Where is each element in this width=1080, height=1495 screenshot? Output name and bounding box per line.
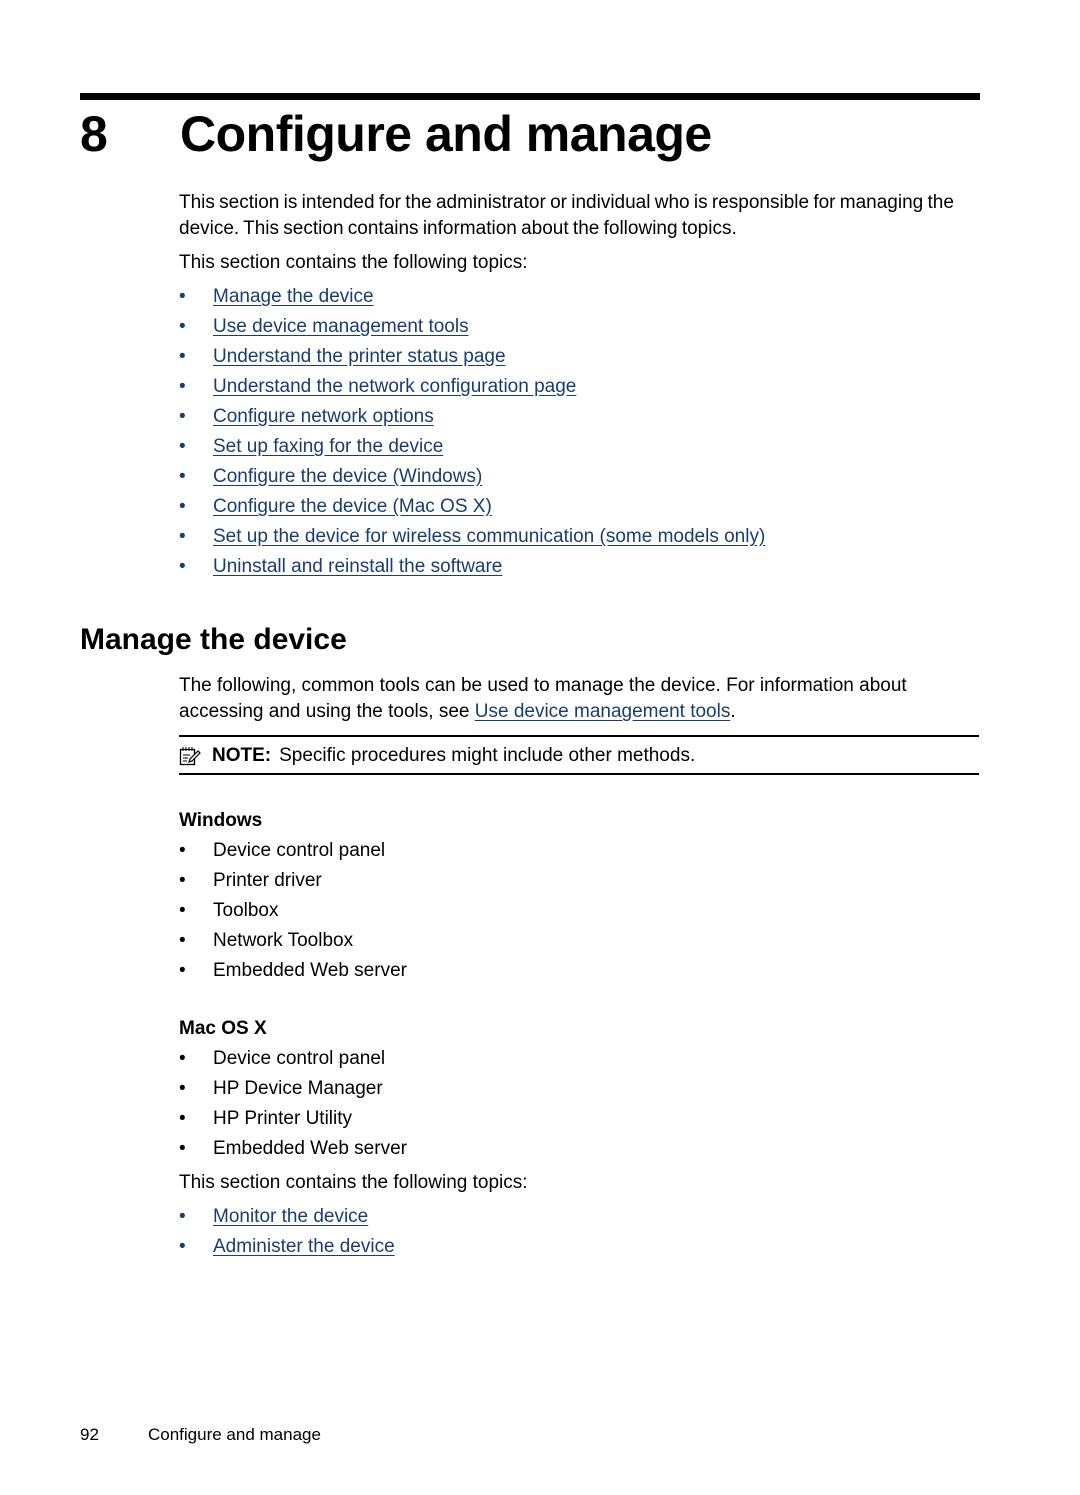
bullet: •: [179, 1138, 186, 1159]
manage-section-intro: The following, common tools can be used …: [179, 673, 984, 725]
topic-list-item: • Manage the device: [179, 282, 984, 312]
mac-tool-item: • HP Device Manager: [179, 1074, 984, 1104]
bullet: •: [179, 900, 186, 921]
topic-list-item: • Set up faxing for the device: [179, 432, 984, 462]
mac-tool-item: • HP Printer Utility: [179, 1104, 984, 1134]
windows-tool-label: Embedded Web server: [213, 960, 407, 981]
windows-tool-item: • Network Toolbox: [179, 926, 984, 956]
mac-tool-label: HP Device Manager: [213, 1078, 383, 1099]
topic-list-item: • Set up the device for wireless communic…: [179, 522, 984, 552]
topic-list-item: • Monitor the device: [179, 1202, 984, 1232]
topic-link-set-up-faxing[interactable]: Set up faxing for the device: [213, 436, 443, 457]
bullet: •: [179, 1206, 186, 1227]
windows-tool-label: Network Toolbox: [213, 930, 354, 951]
bullet: •: [179, 286, 186, 307]
bullet: •: [179, 840, 186, 861]
manage-paragraph-end: .: [730, 701, 736, 722]
topic-link-configure-network-options[interactable]: Configure network options: [213, 406, 434, 427]
bullet: •: [179, 496, 186, 517]
mac-tool-label: Embedded Web server: [213, 1138, 407, 1159]
bullet: •: [179, 466, 186, 487]
topic-link-monitor-device[interactable]: Monitor the device: [213, 1206, 368, 1227]
bullet: •: [179, 526, 186, 547]
bullet: •: [179, 930, 186, 951]
topic-list-item: • Uninstall and reinstall the software: [179, 552, 984, 582]
windows-tool-label: Printer driver: [213, 870, 322, 891]
note-text: Specific procedures might include other …: [279, 745, 696, 766]
topic-link-configure-windows[interactable]: Configure the device (Windows): [213, 466, 482, 487]
chapter-top-rule: [80, 93, 980, 100]
topic-list-item: • Administer the device: [179, 1232, 984, 1262]
topic-link-printer-status-page[interactable]: Understand the printer status page: [213, 346, 506, 367]
manage-topic-list: • Monitor the device • Administer the devi…: [179, 1202, 984, 1262]
inline-link-device-management-tools[interactable]: Use device management tools: [475, 701, 731, 722]
bullet: •: [179, 1108, 186, 1129]
chapter-title-text: Configure and manage: [180, 106, 712, 162]
bullet: •: [179, 1048, 186, 1069]
manage-paragraph: The following, common tools can be used …: [179, 673, 984, 725]
mac-tool-item: • Device control panel: [179, 1044, 984, 1074]
topic-link-wireless-setup[interactable]: Set up the device for wireless communica…: [213, 526, 765, 547]
bullet: •: [179, 436, 186, 457]
topic-list-item: • Configure network options: [179, 402, 984, 432]
windows-tool-label: Toolbox: [213, 900, 279, 921]
chapter-title: 8 Configure and manage: [80, 103, 712, 165]
topic-list-item: • Understand the printer status page: [179, 342, 984, 372]
bullet: •: [179, 1236, 186, 1257]
mac-tool-label: HP Printer Utility: [213, 1108, 353, 1129]
bullet: •: [179, 556, 186, 577]
topic-list-item: • Configure the device (Mac OS X): [179, 492, 984, 522]
windows-tools: Windows • Device control panel • Printer d…: [179, 808, 984, 986]
page-footer: 92 Configure and manage: [80, 1424, 321, 1446]
mac-tool-item: • Embedded Web server: [179, 1134, 984, 1164]
windows-tool-label: Device control panel: [213, 840, 386, 861]
topic-link-network-configuration-page[interactable]: Understand the network configuration pag…: [213, 376, 576, 397]
bullet: •: [179, 960, 186, 981]
intro-paragraph: This section is intended for the adminis…: [179, 192, 954, 239]
bullet: •: [179, 346, 186, 367]
topic-link-manage-device[interactable]: Manage the device: [213, 286, 374, 307]
section-heading-manage-device: Manage the device: [80, 623, 347, 656]
intro-topic-list: • Manage the device • Use device managemen…: [179, 282, 984, 582]
topic-list-item: • Configure the device (Windows): [179, 462, 984, 492]
topic-link-uninstall-reinstall[interactable]: Uninstall and reinstall the software: [213, 556, 502, 577]
mac-tool-list: • Device control panel • HP Device Manager…: [179, 1044, 984, 1164]
windows-tool-item: • Printer driver: [179, 866, 984, 896]
windows-tool-list: • Device control panel • Printer driver • T…: [179, 836, 984, 986]
topic-link-administer-device[interactable]: Administer the device: [213, 1236, 395, 1257]
chapter-number: 8: [80, 106, 108, 162]
manage-topics-lead: This section contains the following topi…: [179, 1172, 528, 1193]
windows-tool-item: • Toolbox: [179, 896, 984, 926]
note-pencil-icon: [179, 747, 201, 766]
topic-link-configure-mac[interactable]: Configure the device (Mac OS X): [213, 496, 492, 517]
bullet: •: [179, 406, 186, 427]
footer-chapter-title: Configure and manage: [148, 1425, 321, 1444]
mac-tools: Mac OS X • Device control panel • HP Devic…: [179, 1016, 984, 1262]
page-number: 92: [80, 1425, 99, 1444]
intro-topics-lead: This section contains the following topi…: [179, 252, 528, 273]
bullet: •: [179, 870, 186, 891]
topic-list-item: • Understand the network configuration pa…: [179, 372, 984, 402]
topic-list-item: • Use device management tools: [179, 312, 984, 342]
mac-tool-label: Device control panel: [213, 1048, 386, 1069]
bullet: •: [179, 1078, 186, 1099]
bullet: •: [179, 316, 186, 337]
note-text-line: NOTE: Specific procedures might include o…: [212, 743, 695, 769]
note-label: NOTE:: [212, 745, 272, 766]
windows-tool-item: • Embedded Web server: [179, 956, 984, 986]
windows-tool-item: • Device control panel: [179, 836, 984, 866]
mac-heading: Mac OS X: [179, 1018, 267, 1039]
topic-link-device-management-tools[interactable]: Use device management tools: [213, 316, 469, 337]
intro-section: This section is intended for the adminis…: [179, 190, 984, 582]
windows-heading: Windows: [179, 810, 263, 831]
note-box: NOTE: Specific procedures might include o…: [179, 735, 979, 775]
bullet: •: [179, 376, 186, 397]
